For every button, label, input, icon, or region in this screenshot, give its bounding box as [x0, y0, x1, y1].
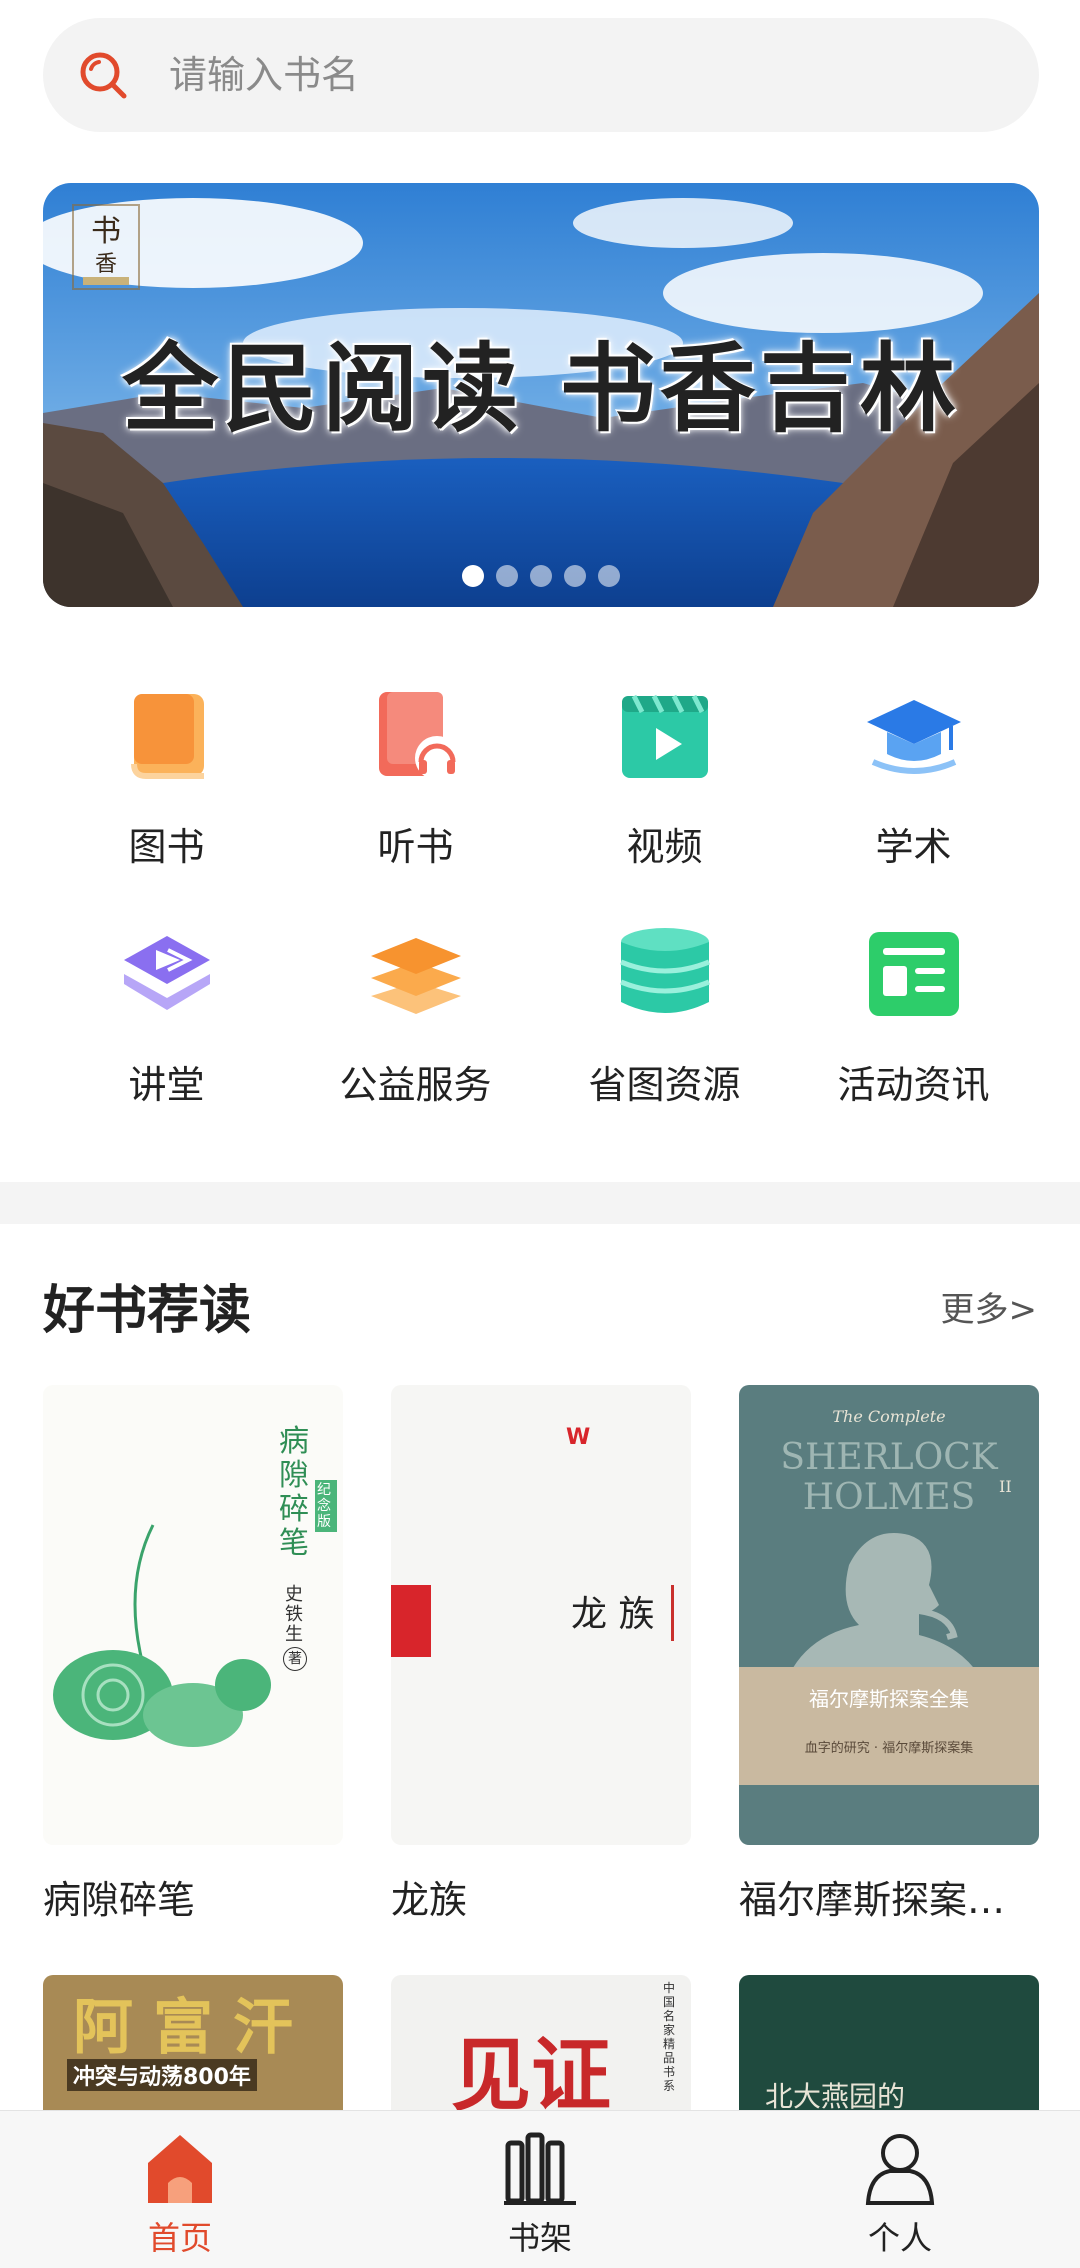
book-cover: 病隙碎笔 纪念版 史铁生 著 — [43, 1385, 343, 1845]
category-label: 听书 — [377, 825, 454, 869]
category-academic[interactable]: 学术 — [789, 680, 1038, 918]
cover-title: SHERLOCK — [780, 1437, 998, 1478]
tab-home[interactable]: 首页 — [0, 2111, 360, 2268]
cover-title: 阿富汗 — [73, 1993, 313, 2063]
book-cover[interactable]: 北大燕园的 — [739, 1975, 1039, 2115]
category-audiobooks[interactable]: 听书 — [291, 680, 540, 918]
category-label: 图书 — [128, 825, 205, 869]
cover-title: 病隙碎笔 — [279, 1424, 309, 1561]
cover-subtitle: 冲突与动荡800年 — [67, 2059, 257, 2091]
book-title: 龙族 — [391, 1878, 468, 1922]
section-divider — [0, 1182, 1080, 1224]
section-title: 好书荐读 — [43, 1281, 252, 1341]
cover-top-text: The Complete — [832, 1407, 946, 1426]
category-label: 省图资源 — [588, 1063, 741, 1107]
search-bar[interactable] — [43, 18, 1039, 132]
carousel-dot[interactable] — [496, 565, 518, 587]
book-list: 病隙碎笔 纪念版 史铁生 著 病隙碎笔 W 龙 族 龙族 The Complet… — [43, 1385, 1039, 1924]
cover-decor — [671, 1585, 674, 1641]
tab-label: 书架 — [507, 2219, 572, 2257]
category-activity-news[interactable]: 活动资讯 — [789, 918, 1038, 1156]
book-card[interactable]: 病隙碎笔 纪念版 史铁生 著 病隙碎笔 — [43, 1385, 343, 1924]
book-card[interactable]: The Complete SHERLOCK HOLMES II 福尔摩斯探案全集… — [739, 1385, 1039, 1924]
cover-decor — [391, 1585, 431, 1657]
tab-label: 个人 — [867, 2219, 932, 2257]
publisher-logo-icon: W — [566, 1425, 591, 1450]
cover-cn-title: 福尔摩斯探案全集 — [809, 1687, 969, 1711]
cover-title: 北大燕园的 — [765, 2080, 906, 2113]
audiobook-icon — [378, 692, 459, 780]
cover-author-mark: 著 — [283, 1647, 307, 1671]
cover-title: 龙 族 — [571, 1594, 655, 1635]
category-label: 讲堂 — [128, 1063, 205, 1107]
category-label: 学术 — [875, 825, 952, 869]
book-title: 福尔摩斯探案全集 — [739, 1878, 1039, 1922]
category-label: 活动资讯 — [837, 1063, 990, 1107]
app-screen: 书 香 全民阅读 书香吉林 图书 — [0, 0, 1080, 2268]
svg-text:香: 香 — [95, 252, 117, 277]
silhouette-icon — [789, 1533, 979, 1675]
news-icon — [868, 932, 959, 1016]
tab-profile[interactable]: 个人 — [720, 2111, 1080, 2268]
cover-title: HOLMES — [802, 1477, 976, 1518]
category-label: 公益服务 — [339, 1063, 492, 1107]
carousel-dot[interactable] — [564, 565, 586, 587]
more-link[interactable]: 更多> — [941, 1282, 1038, 1331]
category-books[interactable]: 图书 — [42, 680, 291, 918]
book-cover: W 龙 族 — [391, 1385, 691, 1845]
tab-label: 首页 — [147, 2219, 212, 2257]
book-card[interactable]: W 龙 族 龙族 — [391, 1385, 691, 1924]
category-grid: 图书 听书 视频 学术 讲堂 公益服务 省图资源 活动资讯 — [0, 680, 1080, 1156]
category-label: 视频 — [626, 825, 703, 869]
cover-title: 见证 — [451, 2028, 611, 2115]
category-library-resources[interactable]: 省图资源 — [540, 918, 789, 1156]
category-public-service[interactable]: 公益服务 — [291, 918, 540, 1156]
layers-icon — [370, 938, 461, 1014]
book-cover[interactable]: 见证 中国名家精品书系 — [391, 1975, 691, 2115]
tab-bookshelf[interactable]: 书架 — [360, 2111, 720, 2268]
banner-slogan: 全民阅读 书香吉林 — [122, 332, 960, 445]
carousel-indicator — [43, 565, 1039, 587]
cover-author: 史铁生 — [285, 1584, 303, 1645]
cover-series: 中国名家精品书系 — [663, 1981, 676, 2093]
book-icon — [130, 694, 204, 779]
search-input[interactable] — [169, 53, 949, 97]
home-icon — [148, 2135, 212, 2203]
lecture-icon — [123, 936, 210, 1010]
book-cover[interactable]: 阿富汗 冲突与动荡800年 — [43, 1975, 343, 2115]
cover-volume: II — [999, 1477, 1012, 1496]
banner-carousel[interactable]: 书 香 全民阅读 书香吉林 — [43, 183, 1039, 607]
person-icon — [865, 2134, 935, 2205]
library-logo: 书 香 — [72, 204, 140, 290]
search-icon — [80, 52, 127, 99]
bottom-tab-bar: 首页 书架 个人 — [0, 2110, 1080, 2268]
category-lecture[interactable]: 讲堂 — [42, 918, 291, 1156]
bookshelf-icon — [504, 2132, 576, 2205]
graduation-cap-icon — [866, 700, 961, 774]
category-video[interactable]: 视频 — [540, 680, 789, 918]
cover-subtitle: 血字的研究 · 福尔摩斯探案集 — [804, 1741, 974, 1756]
video-icon — [621, 694, 708, 778]
database-icon — [619, 928, 710, 1013]
book-title: 病隙碎笔 — [43, 1878, 196, 1922]
carousel-dot[interactable] — [598, 565, 620, 587]
cover-badge: 纪念版 — [315, 1480, 337, 1532]
carousel-dot[interactable] — [462, 565, 484, 587]
book-cover: The Complete SHERLOCK HOLMES II 福尔摩斯探案全集… — [739, 1385, 1039, 1845]
svg-text:书: 书 — [91, 214, 121, 249]
book-list-row-2: 阿富汗 冲突与动荡800年 见证 中国名家精品书系 北大燕园的 — [43, 1975, 1039, 2115]
carousel-dot[interactable] — [530, 565, 552, 587]
